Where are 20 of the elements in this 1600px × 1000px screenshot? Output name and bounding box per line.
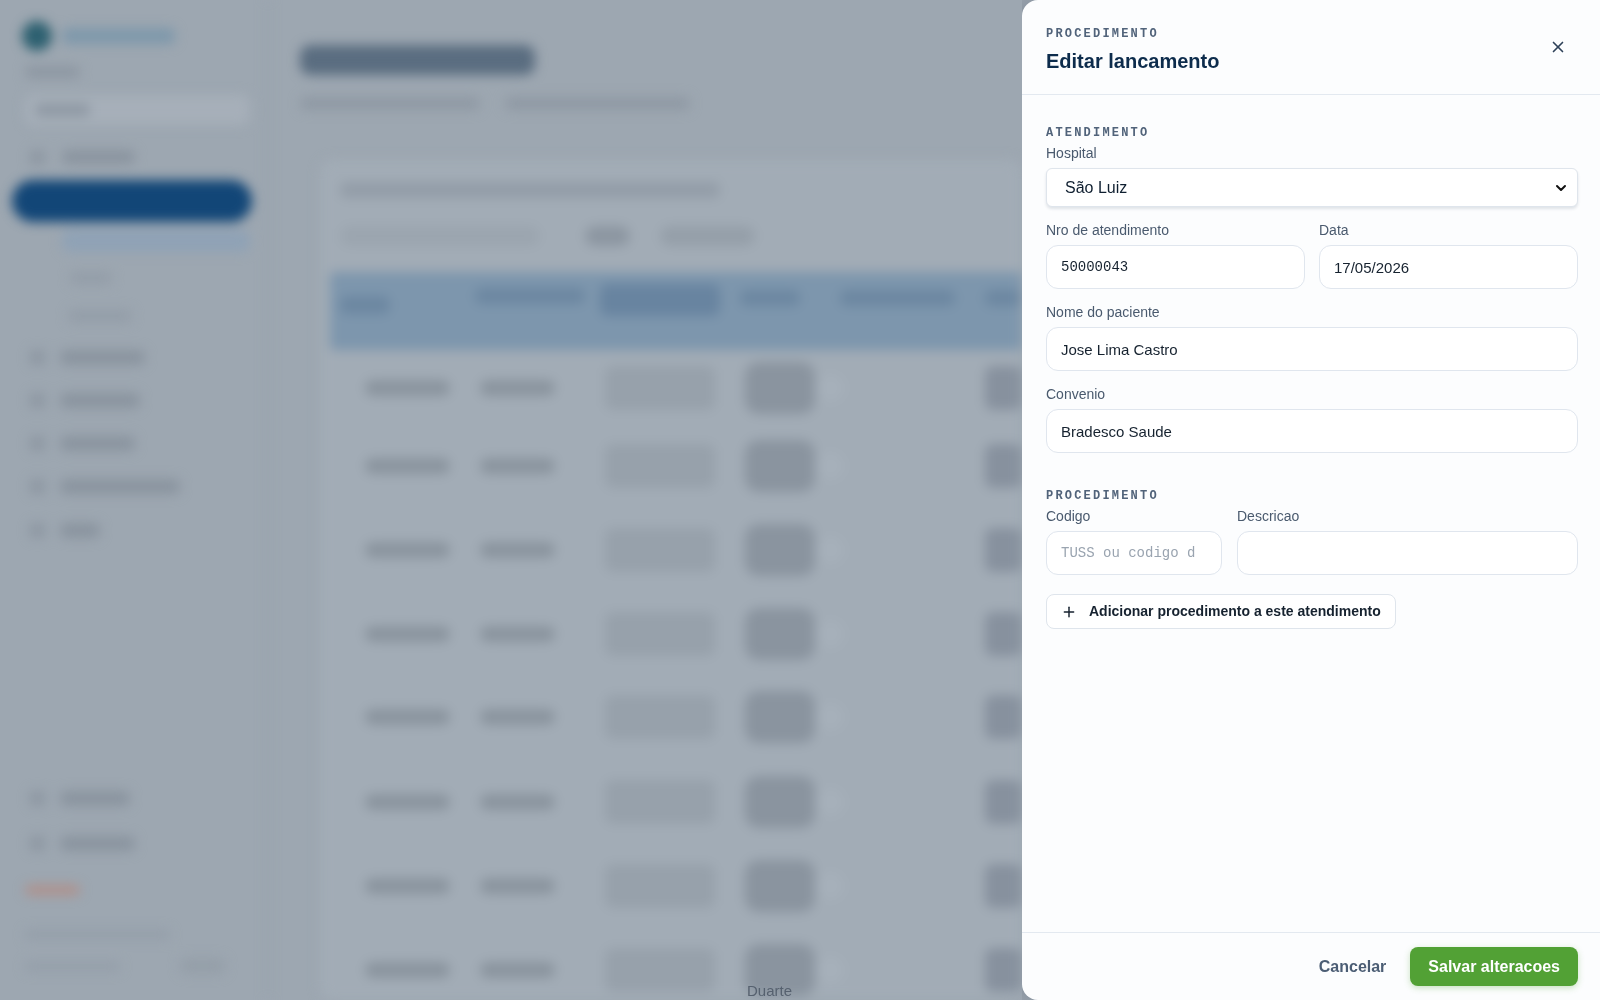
text-input-field[interactable]: Bradesco Saude [1046,409,1578,453]
field-label: Hospital [1046,144,1098,162]
add-procedure-button[interactable]: Adicionar procedimento a este atendimento [1046,594,1396,629]
text-input-field[interactable]: 50000043 [1046,245,1305,289]
drawer-title: Editar lancamento [1046,49,1220,73]
section-heading: PROCEDIMENTO [1046,488,1160,504]
field-label: Nome do paciente [1046,303,1161,321]
text-input-field[interactable]: 17/05/2026 [1319,245,1578,289]
field-label: Data [1319,221,1350,239]
drawer-eyebrow: PROCEDIMENTO [1046,27,1160,41]
field-label: Nro de atendimento [1046,221,1170,239]
field-label: Descricao [1237,507,1301,525]
dropdown-field[interactable]: São Luiz [1046,168,1578,207]
text-input-field[interactable]: Jose Lima Castro [1046,327,1578,371]
cancel-button[interactable]: Cancelar [1302,947,1403,986]
text-input-field[interactable] [1237,531,1578,575]
text-input-field[interactable]: TUSS ou codigo d [1046,531,1222,575]
section-heading: ATENDIMENTO [1046,125,1151,141]
field-label: Convenio [1046,385,1107,403]
field-label: Codigo [1046,507,1092,525]
